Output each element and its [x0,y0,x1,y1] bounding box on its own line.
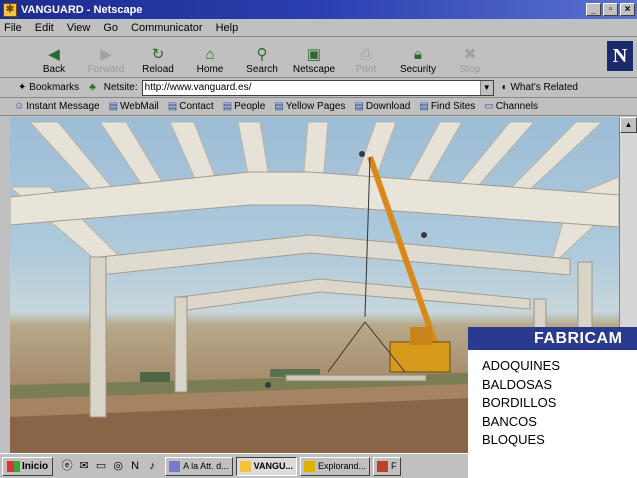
task-button[interactable]: F [373,456,401,476]
bookmark-link-icon: ▤ [108,101,119,112]
app-icon [377,460,389,472]
bookmark-link-icon: ▤ [167,101,178,112]
products-panel: FABRICAM ADOQUINES BALDOSAS BORDILLOS BA… [468,327,637,478]
back-button[interactable]: ◀ Back [28,39,80,77]
minimize-button[interactable]: _ [586,3,601,16]
bookmark-icon: ✦ [18,82,27,93]
forward-button[interactable]: ▶ Forward [80,39,132,77]
channels-icon[interactable]: ◎ [110,458,126,474]
title-bar[interactable]: ✱ VANGUARD - Netscape _ ▫ × [0,0,637,19]
security-button[interactable]: 🔒︎ Security [392,39,444,77]
product-item: BANCOS [482,413,537,429]
url-input[interactable]: http://www.vanguard.es/ ▼ [141,79,494,96]
stop-button[interactable]: ✖ Stop [444,39,496,77]
product-item: BLOQUES [482,432,545,447]
desktop-icon[interactable]: ▭ [93,458,109,474]
product-item: ADOQUINES [482,358,561,373]
menu-communicator[interactable]: Communicator [131,22,203,34]
netscape-app-icon: ✱ [3,2,17,17]
person-icon: ☺ [14,101,25,112]
netscape-logo[interactable]: N [607,41,633,71]
netscape-icon [239,460,251,472]
reload-icon: ↻ [151,46,165,63]
yellow-pages-button[interactable]: ▤ Yellow Pages [274,101,345,112]
netscape-icon: ▣ [306,46,322,63]
close-button[interactable]: × [620,3,635,16]
window-title: VANGUARD - Netscape [21,3,143,16]
contact-button[interactable]: ▤ Contact [168,101,214,112]
products-header: FABRICAM [468,327,637,350]
menu-help[interactable]: Help [216,22,239,34]
windows-taskbar: Inicio ⓔ ✉ ▭ ◎ N ♪ A la Att. d... VANGU.… [0,453,468,478]
netscape-window: ✱ VANGUARD - Netscape _ ▫ × File Edit Vi… [0,0,637,478]
media-icon[interactable]: ♪ [144,458,160,474]
netsite-label: Netsite: [103,82,138,93]
search-button[interactable]: ⚲ Search [236,39,288,77]
start-button[interactable]: Inicio [2,456,54,476]
menu-bar: File Edit View Go Communicator Help [0,19,637,37]
windows-flag-icon [7,460,20,472]
internet-explorer-icon[interactable]: ⓔ [59,458,75,474]
folder-icon: ▭ [484,101,494,112]
download-button[interactable]: ▤ Download [354,101,410,112]
bookmark-link-icon: ▤ [274,101,284,112]
instant-message-button[interactable]: ☺ Instant Message [14,101,100,112]
find-sites-button[interactable]: ▤ Find Sites [419,101,475,112]
print-button[interactable]: ⎙ Print [340,39,392,77]
bookmark-link-icon: ▤ [419,101,429,112]
webmail-button[interactable]: ▤ WebMail [109,101,159,112]
menu-go[interactable]: Go [103,22,118,34]
netscape-quick-icon[interactable]: N [127,458,143,474]
bookmarks-button[interactable]: ✦ Bookmarks [18,82,79,93]
menu-file[interactable]: File [4,22,22,34]
quick-launch: ⓔ ✉ ▭ ◎ N ♪ [59,458,161,474]
task-button[interactable]: Explorand... [300,456,371,476]
reload-button[interactable]: ↻ Reload [132,39,184,77]
whats-related-icon: ◐ [501,82,508,93]
product-item: BALDOSAS [482,376,553,392]
menu-edit[interactable]: Edit [35,22,54,34]
stop-icon: ✖ [463,46,477,63]
navigation-toolbar: ◀ Back ▶ Forward ↻ Reload ⌂ Home ⚲ Searc… [0,38,637,78]
print-icon: ⎙ [359,46,372,63]
bookmark-link-icon: ▤ [354,101,364,112]
scroll-up-icon[interactable]: ▲ [620,117,637,133]
task-button[interactable]: A la Att. d... [165,456,233,476]
location-bar: ✦ Bookmarks ♣ Netsite: http://www.vangua… [0,78,637,98]
products-list: ADOQUINES BALDOSAS BORDILLOS BANCOS BLOQ… [468,350,637,450]
search-icon: ⚲ [256,46,268,63]
forward-arrow-icon: ▶ [100,46,112,63]
people-button[interactable]: ▤ People [223,101,266,112]
home-icon: ⌂ [205,46,215,63]
security-lock-icon: 🔒︎ [414,46,422,63]
menu-view[interactable]: View [67,22,91,34]
location-icon[interactable]: ♣ [89,82,96,93]
netscape-button[interactable]: ▣ Netscape [288,39,340,77]
product-item: BORDILLOS [482,395,557,410]
task-button-active[interactable]: VANGU... [235,456,297,476]
chevron-down-icon[interactable]: ▼ [479,80,493,95]
maximize-button[interactable]: ▫ [603,3,618,16]
home-button[interactable]: ⌂ Home [184,39,236,77]
document-icon [169,460,181,472]
personal-toolbar: ☺ Instant Message ▤ WebMail ▤ Contact ▤ Peop… [0,98,637,116]
explorer-icon [304,460,315,472]
back-arrow-icon: ◀ [48,46,60,63]
bookmark-link-icon: ▤ [222,101,233,112]
whats-related-button[interactable]: ◐ What's Related [502,82,578,93]
outlook-icon[interactable]: ✉ [76,458,92,474]
channels-button[interactable]: ▭ Channels [484,101,538,112]
